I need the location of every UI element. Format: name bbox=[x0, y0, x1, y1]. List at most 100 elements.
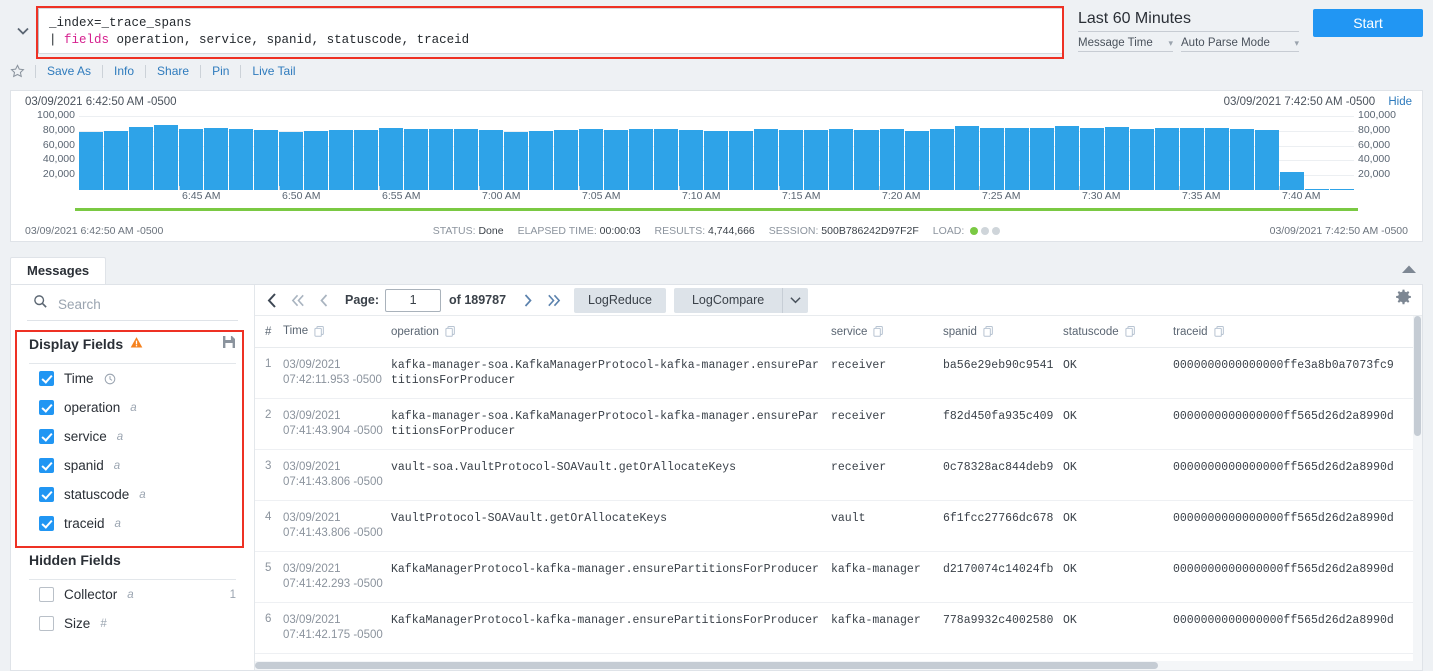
field-item-size[interactable]: Size# bbox=[25, 609, 240, 638]
field-item-collector[interactable]: Collectora1 bbox=[25, 580, 240, 609]
first-page-icon[interactable] bbox=[285, 287, 311, 313]
field-checkbox[interactable] bbox=[39, 587, 54, 602]
save-fields-icon[interactable] bbox=[222, 335, 236, 352]
field-checkbox[interactable] bbox=[39, 400, 54, 415]
histogram-bar[interactable] bbox=[79, 132, 103, 190]
histogram-bar[interactable] bbox=[129, 127, 153, 190]
histogram-bar[interactable] bbox=[1005, 128, 1029, 190]
histogram-bar[interactable] bbox=[1255, 130, 1279, 190]
scrollbar-thumb[interactable] bbox=[255, 662, 1158, 669]
histogram-bar[interactable] bbox=[930, 129, 954, 190]
field-item-operation[interactable]: operationa bbox=[25, 393, 240, 422]
histogram-bar[interactable] bbox=[104, 131, 128, 190]
histogram-bar[interactable] bbox=[1105, 127, 1129, 190]
action-share[interactable]: Share bbox=[145, 65, 200, 78]
field-item-traceid[interactable]: traceida bbox=[25, 509, 240, 538]
histogram-bar[interactable] bbox=[1055, 126, 1079, 190]
table-row[interactable]: 403/09/202107:41:43.806 -0500VaultProtoc… bbox=[255, 501, 1422, 552]
histogram-bar[interactable] bbox=[854, 130, 878, 190]
histogram-bar[interactable] bbox=[454, 129, 478, 190]
histogram-bar[interactable] bbox=[279, 132, 303, 190]
histogram-bar[interactable] bbox=[154, 125, 178, 190]
histogram-bar[interactable] bbox=[554, 130, 578, 190]
horizontal-scrollbar[interactable] bbox=[255, 661, 1413, 670]
field-checkbox[interactable] bbox=[39, 616, 54, 631]
logreduce-button[interactable]: LogReduce bbox=[574, 288, 666, 313]
histogram-bar[interactable] bbox=[1155, 128, 1179, 190]
collapse-query-chevron-down-icon[interactable] bbox=[10, 8, 36, 54]
histogram-bar[interactable] bbox=[955, 126, 979, 190]
tab-messages[interactable]: Messages bbox=[10, 257, 106, 284]
copy-icon[interactable] bbox=[314, 326, 325, 337]
table-row[interactable]: 203/09/202107:41:43.904 -0500kafka-manag… bbox=[255, 399, 1422, 450]
histogram-bar[interactable] bbox=[229, 129, 253, 190]
copy-icon[interactable] bbox=[873, 326, 884, 337]
field-search-input[interactable]: Search bbox=[58, 297, 101, 312]
histogram-bar[interactable] bbox=[980, 128, 1004, 190]
table-row[interactable]: 303/09/202107:41:43.806 -0500vault-soa.V… bbox=[255, 450, 1422, 501]
copy-icon[interactable] bbox=[983, 326, 994, 337]
histogram-bar[interactable] bbox=[629, 129, 653, 190]
histogram-bar[interactable] bbox=[504, 132, 528, 190]
action-live-tail[interactable]: Live Tail bbox=[240, 65, 306, 78]
histogram-bar[interactable] bbox=[704, 131, 728, 190]
parse-mode-select[interactable]: Auto Parse Mode ▾ bbox=[1181, 37, 1299, 52]
histogram-bar[interactable] bbox=[1130, 129, 1154, 190]
histogram-bar[interactable] bbox=[905, 131, 929, 190]
header-spanid[interactable]: spanid bbox=[943, 316, 1063, 348]
histogram-bar[interactable] bbox=[754, 129, 778, 190]
field-checkbox[interactable] bbox=[39, 371, 54, 386]
histogram-bar[interactable] bbox=[804, 130, 828, 190]
field-checkbox[interactable] bbox=[39, 487, 54, 502]
last-page-icon[interactable] bbox=[540, 287, 566, 313]
histogram-bars[interactable] bbox=[79, 116, 1354, 190]
collapse-panel-triangle-icon[interactable] bbox=[1401, 261, 1417, 279]
gear-icon[interactable] bbox=[1395, 289, 1416, 311]
field-item-spanid[interactable]: spanida bbox=[25, 451, 240, 480]
histogram-bar[interactable] bbox=[1280, 172, 1304, 191]
histogram-bar[interactable] bbox=[254, 130, 278, 190]
header-operation[interactable]: operation bbox=[391, 316, 831, 348]
histogram-bar[interactable] bbox=[529, 131, 553, 190]
histogram-bar[interactable] bbox=[880, 129, 904, 190]
back-arrow-icon[interactable] bbox=[259, 287, 285, 313]
scrollbar-thumb[interactable] bbox=[1414, 316, 1421, 436]
favorite-star-icon[interactable] bbox=[10, 64, 25, 79]
field-search-row[interactable]: Search bbox=[27, 285, 238, 321]
histogram-bar[interactable] bbox=[1205, 128, 1229, 190]
histogram-bar[interactable] bbox=[1080, 128, 1104, 190]
logcompare-chevron-down-icon[interactable] bbox=[782, 288, 808, 313]
copy-icon[interactable] bbox=[1125, 326, 1136, 337]
histogram-bar[interactable] bbox=[1230, 129, 1254, 190]
histogram-bar[interactable] bbox=[179, 129, 203, 190]
histogram-bar[interactable] bbox=[354, 130, 378, 190]
histogram-bar[interactable] bbox=[579, 129, 603, 190]
message-time-select[interactable]: Message Time ▾ bbox=[1078, 37, 1173, 52]
histogram-bar[interactable] bbox=[304, 131, 328, 190]
action-info[interactable]: Info bbox=[102, 65, 145, 78]
page-number-input[interactable]: 1 bbox=[385, 289, 441, 312]
histogram-bar[interactable] bbox=[1180, 128, 1204, 190]
table-row[interactable]: 603/09/202107:41:42.175 -0500KafkaManage… bbox=[255, 603, 1422, 654]
header-statuscode[interactable]: statuscode bbox=[1063, 316, 1173, 348]
field-checkbox[interactable] bbox=[39, 458, 54, 473]
histogram-bar[interactable] bbox=[379, 128, 403, 190]
histogram-bar[interactable] bbox=[204, 128, 228, 190]
header-time[interactable]: Time bbox=[283, 316, 391, 348]
histogram-bar[interactable] bbox=[329, 130, 353, 190]
header-traceid[interactable]: traceid bbox=[1173, 316, 1422, 348]
histogram-bar[interactable] bbox=[479, 130, 503, 190]
prev-page-icon[interactable] bbox=[311, 287, 337, 313]
table-row[interactable]: 103/09/202107:42:11.953 -0500kafka-manag… bbox=[255, 348, 1422, 399]
histogram-bar[interactable] bbox=[654, 129, 678, 190]
histogram-bar[interactable] bbox=[404, 129, 428, 190]
histogram-bar[interactable] bbox=[679, 130, 703, 190]
logcompare-button[interactable]: LogCompare bbox=[674, 288, 782, 313]
action-pin[interactable]: Pin bbox=[200, 65, 240, 78]
copy-icon[interactable] bbox=[445, 326, 456, 337]
hide-histogram-link[interactable]: Hide bbox=[1388, 96, 1412, 108]
histogram-bar[interactable] bbox=[429, 129, 453, 190]
start-search-button[interactable]: Start bbox=[1313, 9, 1423, 37]
query-input[interactable]: _index=_trace_spans | fields operation, … bbox=[36, 8, 1064, 54]
table-row[interactable]: 503/09/202107:41:42.293 -0500KafkaManage… bbox=[255, 552, 1422, 603]
